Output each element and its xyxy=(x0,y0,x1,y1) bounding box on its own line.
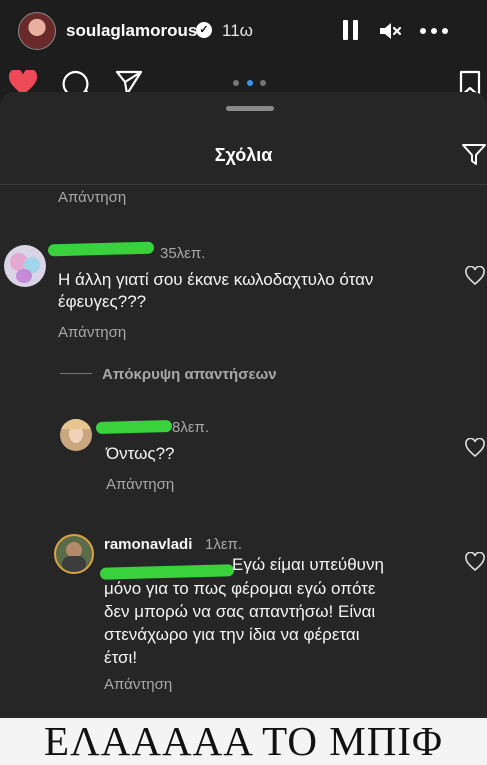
carousel-dot xyxy=(260,80,266,86)
reply-text: δεν μπορώ να σας απαντήσω! Είναι xyxy=(104,602,376,621)
reply-button[interactable]: Απάντηση xyxy=(58,189,126,206)
hide-replies-line xyxy=(60,373,92,374)
redacted-username xyxy=(47,241,155,257)
comment-text: έφευγες??? xyxy=(58,292,147,311)
reply-avatar[interactable] xyxy=(54,534,94,574)
story-avatar[interactable] xyxy=(18,12,56,50)
caption-banner: ΕΛΑΑΑΑΑ ΤΟ ΜΠΙΦ xyxy=(0,718,487,765)
reply-avatar[interactable] xyxy=(60,419,92,451)
redacted-username xyxy=(95,420,173,434)
reply-username[interactable]: ramonavladi xyxy=(104,536,192,553)
reply-text: έτσι! xyxy=(104,648,138,667)
reply-text: στενάχωρο για την ίδια να φέρεται xyxy=(104,625,360,644)
comment-avatar[interactable] xyxy=(4,245,46,287)
like-heart-icon[interactable] xyxy=(465,266,485,286)
reply-button[interactable]: Απάντηση xyxy=(104,676,172,693)
more-options-icon[interactable] xyxy=(420,28,450,34)
header-divider xyxy=(0,184,487,185)
reply-time: 8λεπ. xyxy=(172,419,210,436)
reply-text: Εγώ είμαι υπεύθυνη xyxy=(232,555,384,574)
story-header: soulaglamorous ✓ 11ω xyxy=(0,0,487,60)
pause-icon[interactable] xyxy=(343,20,359,40)
story-timestamp: 11ω xyxy=(222,21,253,40)
sheet-title: Σχόλια xyxy=(214,145,273,165)
comment-time: 35λεπ. xyxy=(160,245,206,262)
reply-time: 1λεπ. xyxy=(205,536,243,553)
story-username[interactable]: soulaglamorous xyxy=(66,21,197,41)
like-heart-icon[interactable] xyxy=(465,552,485,572)
verified-badge-icon: ✓ xyxy=(196,22,212,38)
hide-replies-button[interactable]: Απόκρυψη απαντήσεων xyxy=(102,366,277,383)
comment-text: Η άλλη γιατί σου έκανε κωλοδαχτυλο όταν xyxy=(58,270,374,289)
carousel-dot xyxy=(233,80,239,86)
comments-sheet: Σχόλια Απάντηση 35λεπ. Η άλλη γιατί σου … xyxy=(0,92,487,718)
carousel-dot-active xyxy=(247,80,253,86)
filter-icon[interactable] xyxy=(461,141,487,167)
reply-text: Όντως?? xyxy=(106,444,175,463)
reply-button[interactable]: Απάντηση xyxy=(58,324,126,341)
reply-button[interactable]: Απάντηση xyxy=(106,476,174,493)
like-heart-icon[interactable] xyxy=(465,438,485,458)
reply-text: μόνο για το πως φέρομαι εγώ οπότε xyxy=(104,579,376,598)
sheet-drag-handle[interactable] xyxy=(226,106,274,111)
mute-icon[interactable] xyxy=(378,20,402,42)
